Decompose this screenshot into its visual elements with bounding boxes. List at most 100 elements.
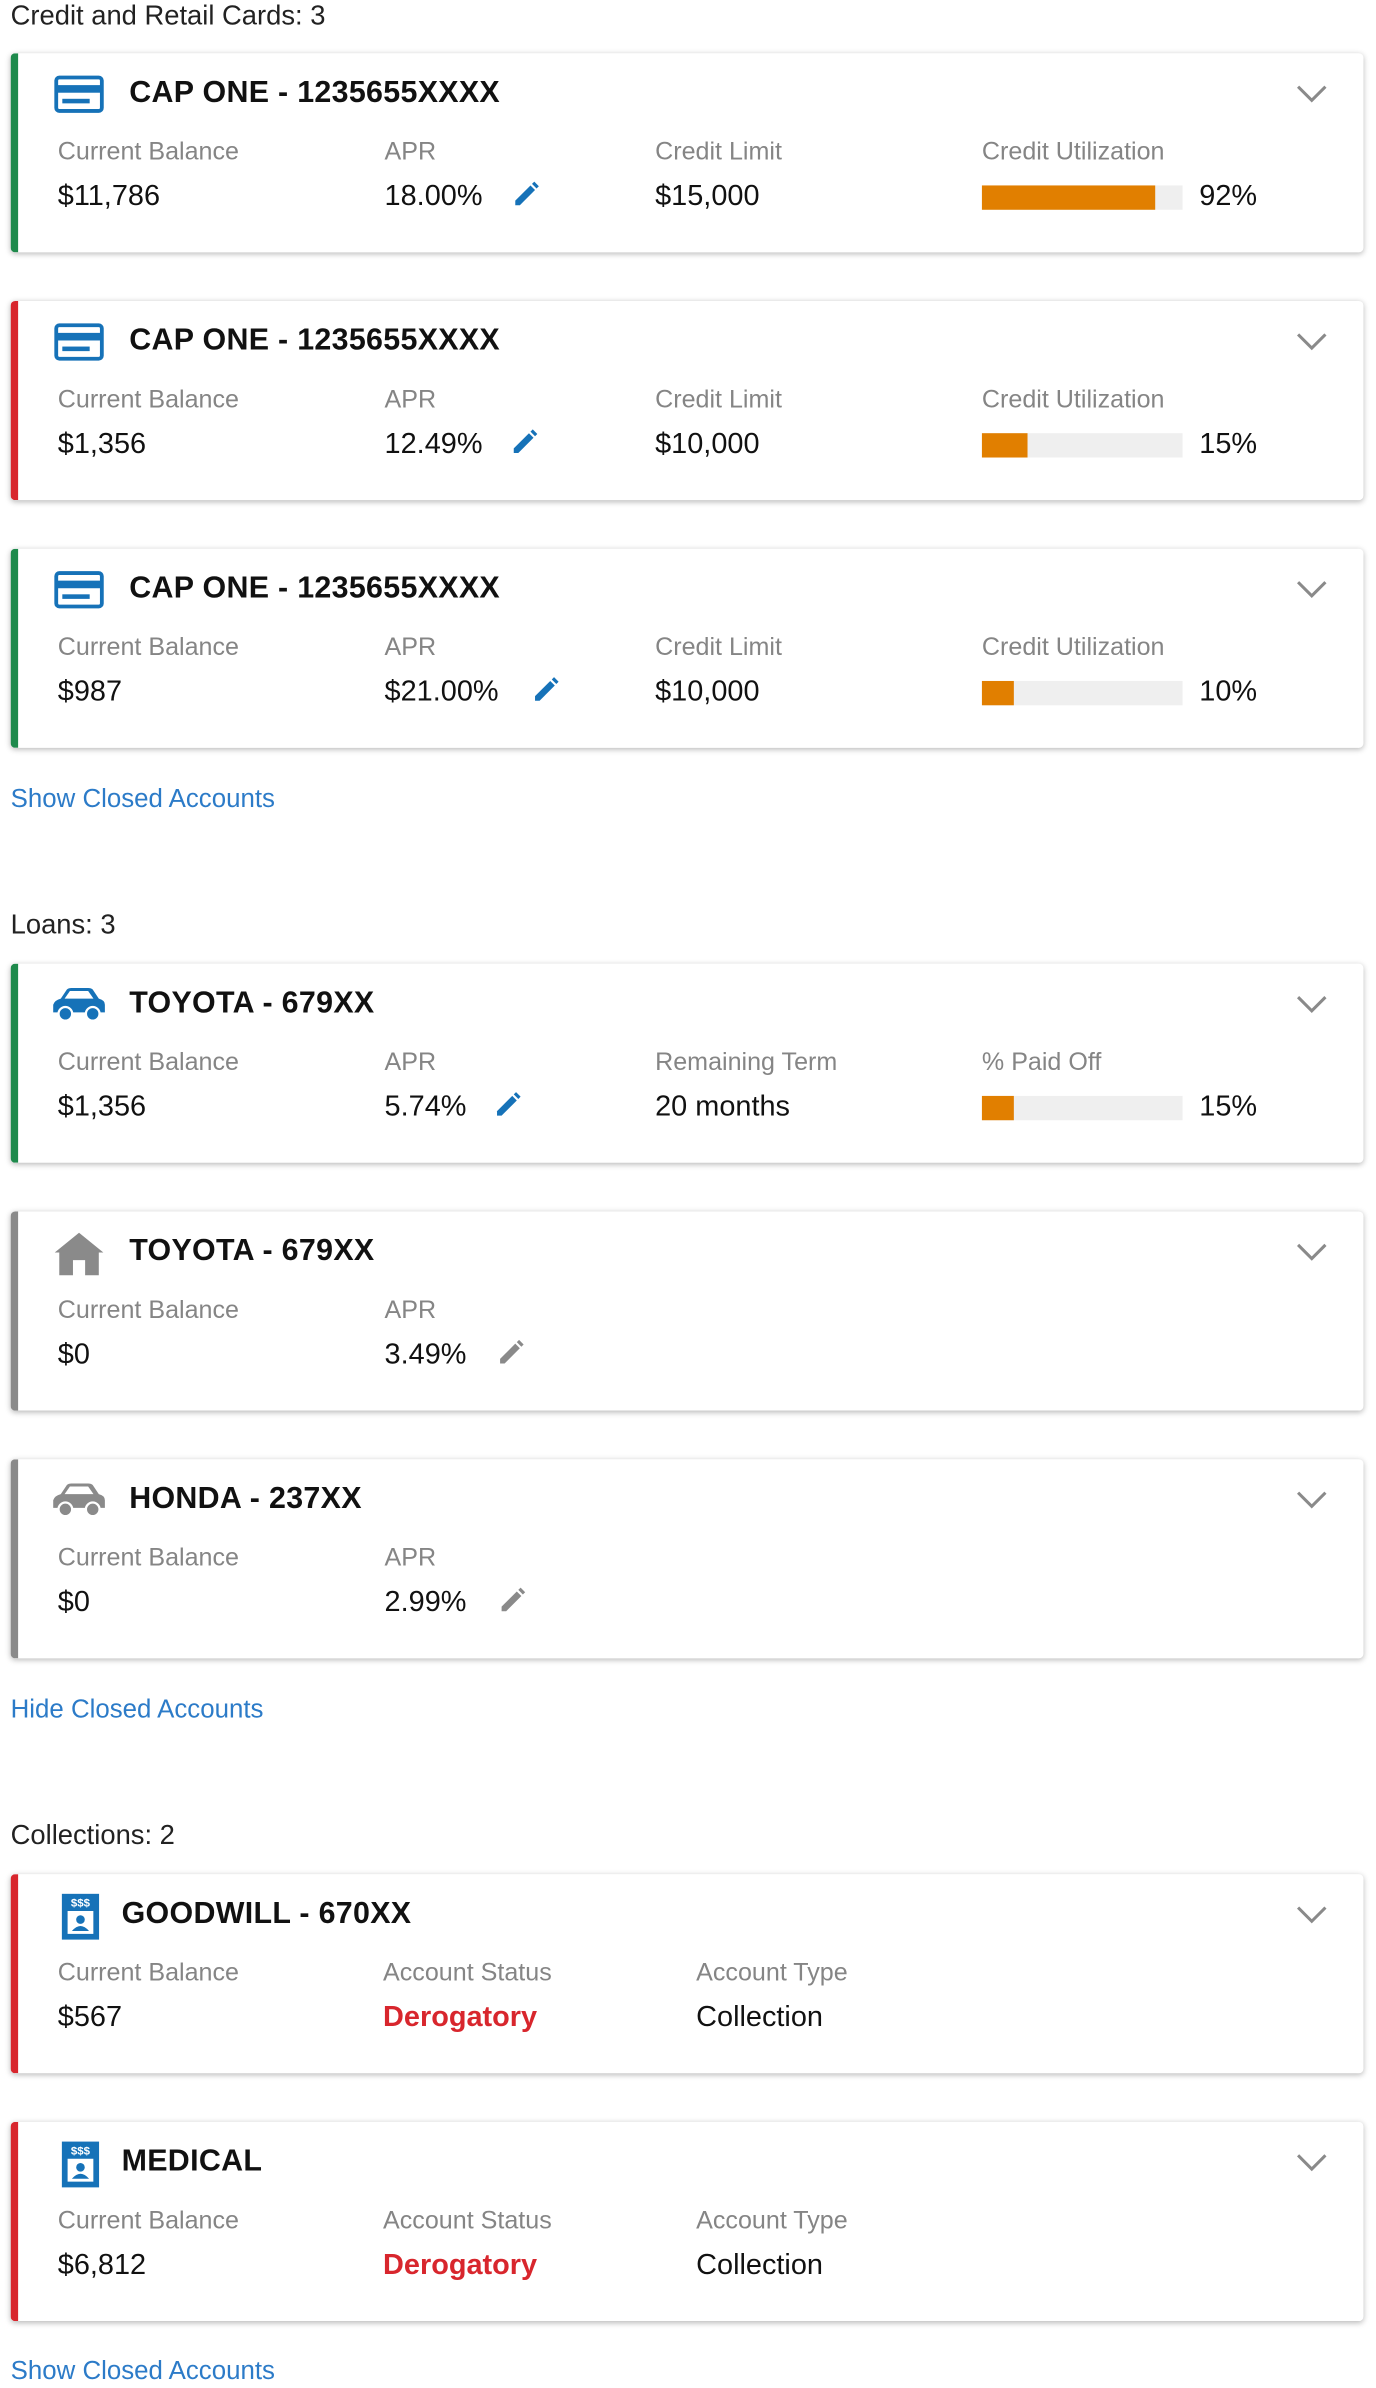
account-title: HONDA - 237XX — [129, 1482, 362, 1516]
edit-pencil-icon[interactable] — [494, 1336, 527, 1369]
car-icon — [53, 1483, 105, 1518]
collections-section-title: Collections: 2 — [10, 1819, 175, 1850]
account-title: GOODWILL - 670XX — [121, 1896, 412, 1931]
chevron-down-icon[interactable] — [1292, 573, 1332, 603]
account-title: TOYOTA - 679XX — [129, 1234, 375, 1268]
credit-card-account[interactable]: CAP ONE - 1235655XXXX Current Balance $1… — [10, 300, 1364, 501]
credit-limit-value: $10,000 — [655, 676, 760, 709]
apr-label: APR — [384, 1048, 437, 1077]
edit-pencil-icon[interactable] — [491, 1088, 524, 1121]
credit-utilization-label: Credit Utilization — [981, 386, 1165, 414]
balance-value: $567 — [57, 2001, 123, 2034]
chevron-down-icon[interactable] — [1292, 325, 1332, 355]
apr-value: 3.49% — [384, 1339, 467, 1372]
credit-limit-value: $10,000 — [655, 428, 760, 461]
chevron-down-icon[interactable] — [1292, 1484, 1332, 1514]
loan-account[interactable]: TOYOTA - 679XX Current Balance $0 APR 3.… — [10, 1211, 1364, 1411]
account-type-value: Collection — [696, 2249, 823, 2282]
hide-closed-accounts-link[interactable]: Hide Closed Accounts — [11, 1695, 264, 1725]
remaining-term-value: 20 months — [655, 1091, 790, 1124]
account-type-label: Account Type — [696, 2207, 848, 2235]
paid-off-bar — [981, 1095, 1183, 1121]
balance-label: Current Balance — [57, 1048, 239, 1077]
account-title: CAP ONE - 1235655XXXX — [129, 76, 501, 110]
credit-utilization-label: Credit Utilization — [981, 633, 1165, 662]
utilization-bar — [981, 680, 1183, 706]
apr-value: 5.74% — [384, 1091, 467, 1124]
show-closed-accounts-link[interactable]: Show Closed Accounts — [11, 2356, 275, 2386]
balance-label: Current Balance — [57, 633, 239, 662]
credit-card-account[interactable]: CAP ONE - 1235655XXXX Current Balance $1… — [10, 53, 1364, 253]
balance-value: $987 — [57, 676, 123, 709]
edit-pencil-icon[interactable] — [529, 673, 562, 706]
edit-pencil-icon[interactable] — [508, 426, 541, 459]
balance-label: Current Balance — [57, 138, 239, 166]
balance-label: Current Balance — [57, 2207, 239, 2235]
svg-text:$$$: $$$ — [71, 2145, 91, 2157]
accounts-page: Credit and Retail Cards: 3 CAP ONE - 123… — [0, 0, 1376, 2388]
account-title: MEDICAL — [121, 2144, 263, 2179]
apr-label: APR — [384, 633, 437, 662]
utilization-percent: 10% — [1199, 676, 1258, 709]
credit-card-icon — [54, 323, 104, 361]
chevron-down-icon[interactable] — [1292, 1236, 1332, 1266]
svg-text:$$$: $$$ — [71, 1898, 91, 1910]
balance-value: $6,812 — [57, 2249, 147, 2282]
balance-value: $0 — [57, 1586, 90, 1619]
apr-value: 12.49% — [384, 428, 483, 461]
balance-value: $11,786 — [57, 180, 161, 213]
utilization-bar-fill — [981, 680, 1015, 706]
account-status-value: Derogatory — [383, 2001, 538, 2034]
utilization-bar — [981, 433, 1183, 458]
remaining-term-label: Remaining Term — [655, 1048, 838, 1077]
collection-document-icon: $$$ — [61, 1893, 100, 1940]
collection-document-icon: $$$ — [61, 2141, 100, 2188]
loan-account[interactable]: TOYOTA - 679XX Current Balance $1,356 AP… — [10, 963, 1364, 1163]
account-status-label: Account Status — [383, 2207, 552, 2235]
apr-label: APR — [384, 1544, 437, 1572]
credit-section-title: Credit and Retail Cards: 3 — [10, 0, 326, 31]
loans-section-title: Loans: 3 — [10, 908, 116, 940]
credit-limit-label: Credit Limit — [655, 386, 782, 414]
balance-value: $1,356 — [57, 428, 147, 461]
edit-pencil-icon[interactable] — [496, 1584, 529, 1617]
collection-account[interactable]: $$$ MEDICAL Current Balance $6,812 Accou… — [10, 2121, 1364, 2322]
apr-label: APR — [384, 1296, 437, 1324]
paid-off-percent: 15% — [1199, 1091, 1258, 1124]
show-closed-accounts-link[interactable]: Show Closed Accounts — [11, 784, 275, 814]
chevron-down-icon[interactable] — [1292, 1898, 1332, 1928]
credit-limit-value: $15,000 — [655, 180, 760, 213]
paid-off-bar-fill — [981, 1095, 1015, 1121]
apr-label: APR — [384, 138, 437, 166]
account-title: TOYOTA - 679XX — [129, 986, 375, 1020]
loan-account[interactable]: HONDA - 237XX Current Balance $0 APR 2.9… — [10, 1459, 1364, 1659]
utilization-bar — [981, 185, 1183, 210]
utilization-percent: 15% — [1199, 428, 1258, 461]
credit-limit-label: Credit Limit — [655, 138, 782, 166]
credit-card-account[interactable]: CAP ONE - 1235655XXXX Current Balance $9… — [10, 548, 1364, 748]
balance-label: Current Balance — [57, 1296, 239, 1324]
credit-utilization-label: Credit Utilization — [981, 138, 1165, 166]
balance-label: Current Balance — [57, 1959, 239, 1987]
credit-limit-label: Credit Limit — [655, 633, 782, 662]
utilization-bar-fill — [981, 185, 1155, 210]
apr-value: 2.99% — [384, 1586, 467, 1619]
credit-card-icon — [54, 571, 104, 609]
paid-off-label: % Paid Off — [981, 1048, 1102, 1077]
chevron-down-icon[interactable] — [1292, 78, 1332, 108]
balance-label: Current Balance — [57, 386, 239, 414]
apr-value: 18.00% — [384, 180, 483, 213]
utilization-percent: 92% — [1199, 180, 1258, 213]
balance-label: Current Balance — [57, 1544, 239, 1572]
chevron-down-icon[interactable] — [1292, 2146, 1332, 2176]
utilization-bar-fill — [981, 433, 1029, 458]
car-icon — [53, 988, 105, 1022]
collection-account[interactable]: $$$ GOODWILL - 670XX Current Balance $56… — [10, 1874, 1364, 2074]
edit-pencil-icon[interactable] — [509, 178, 542, 211]
account-type-label: Account Type — [696, 1959, 848, 1987]
account-title: CAP ONE - 1235655XXXX — [129, 323, 501, 358]
chevron-down-icon[interactable] — [1292, 988, 1332, 1018]
account-status-label: Account Status — [383, 1959, 552, 1987]
balance-value: $0 — [57, 1339, 90, 1372]
credit-card-icon — [54, 75, 104, 113]
